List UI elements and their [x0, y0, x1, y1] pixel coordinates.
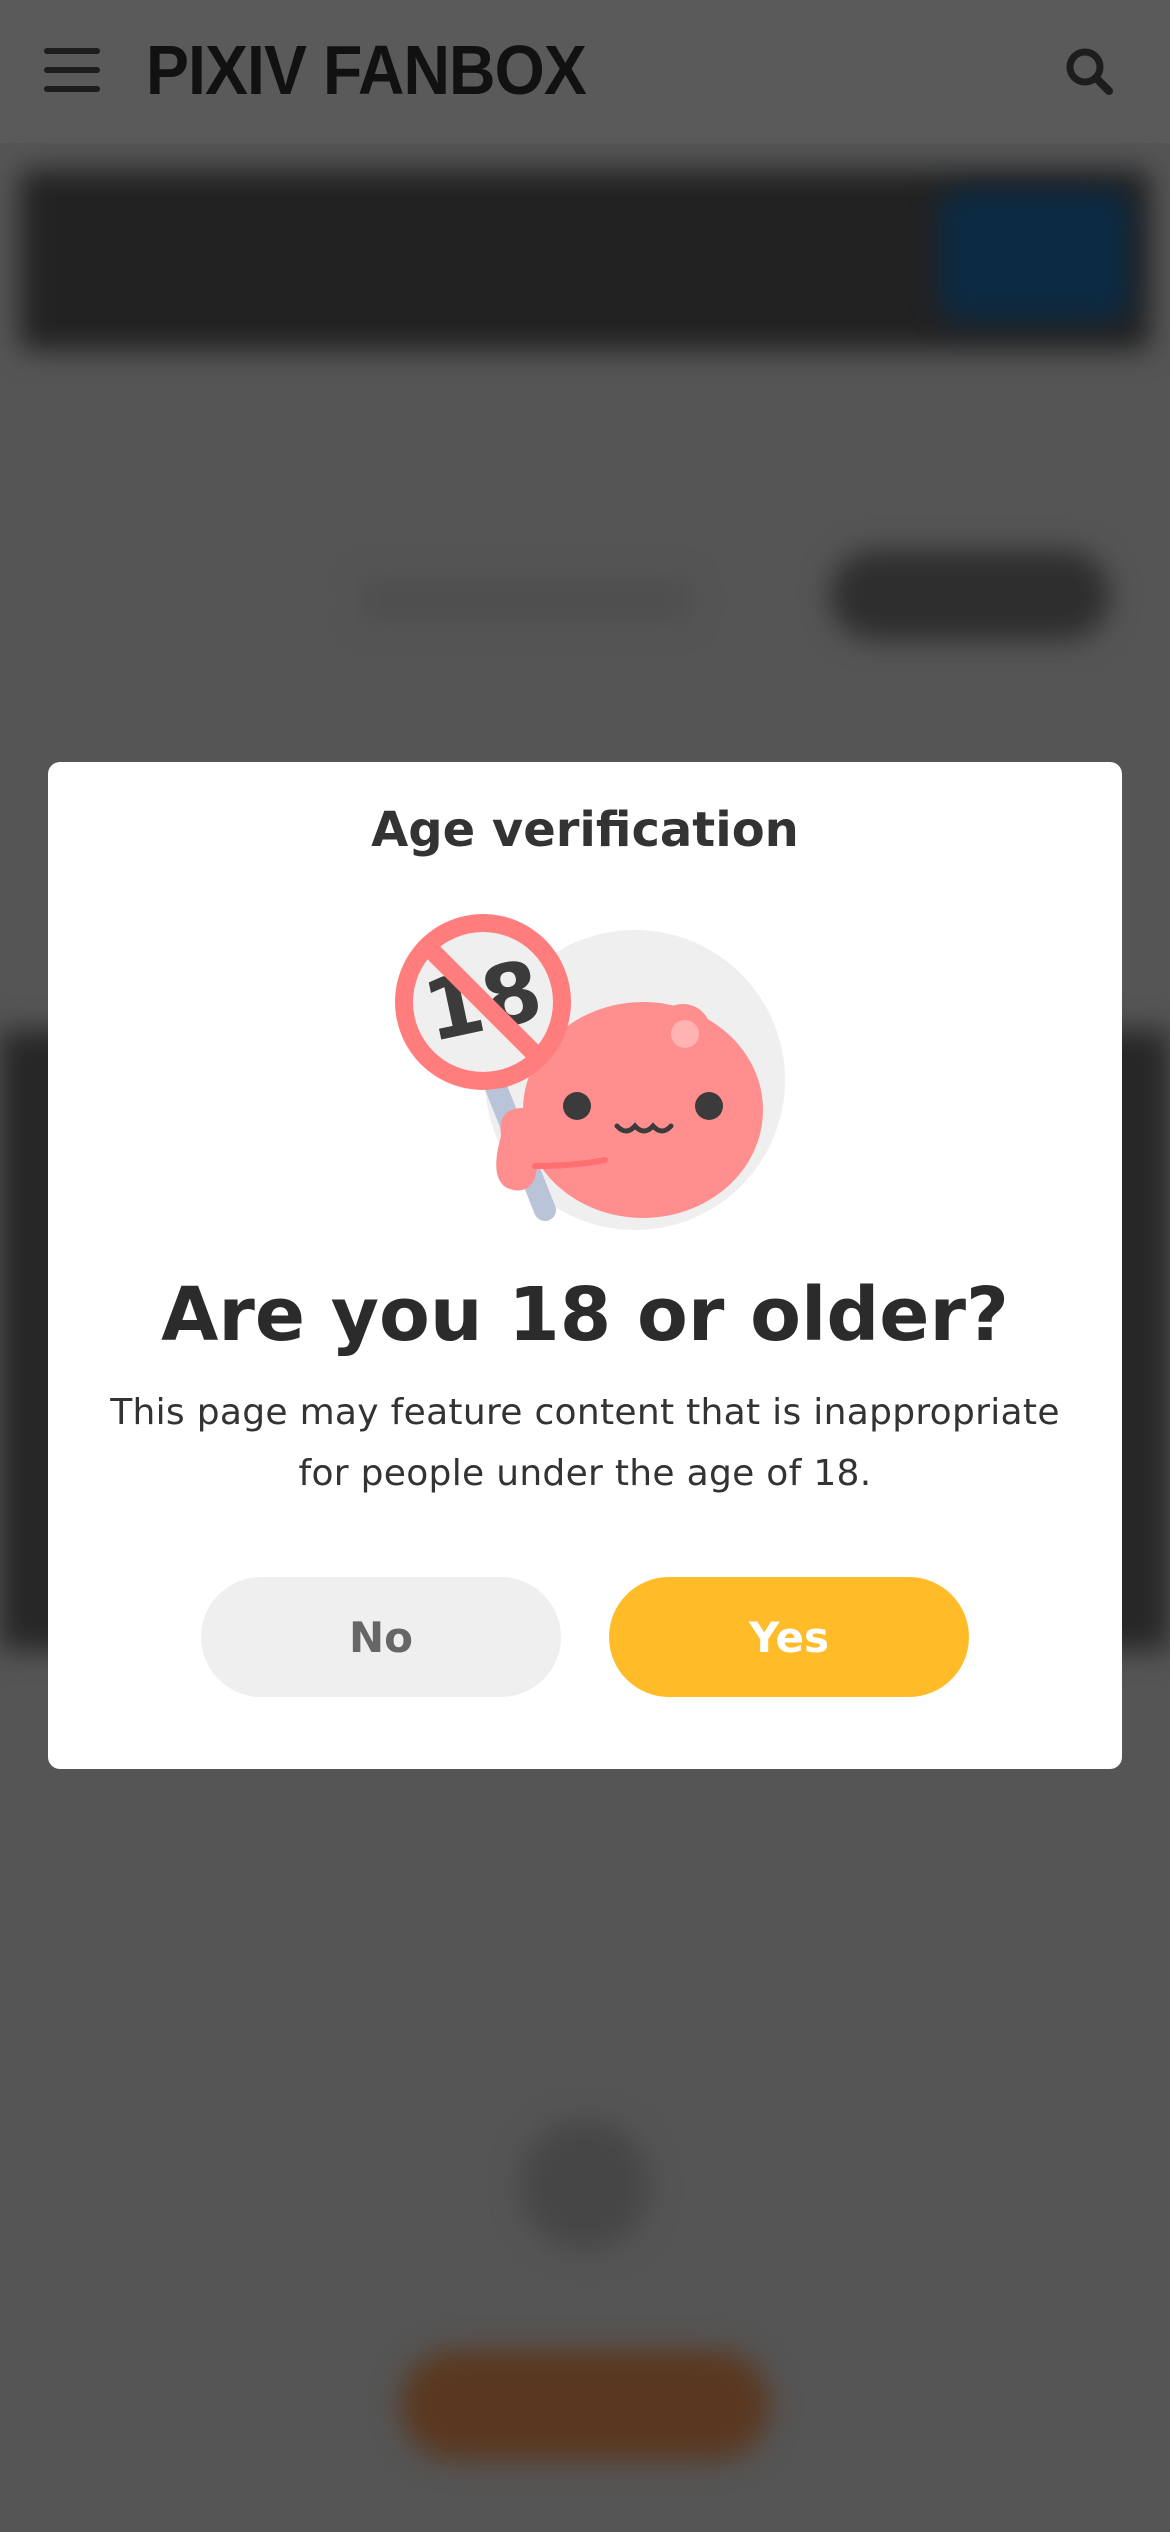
background-text: [360, 580, 690, 620]
dialog-description: This page may feature content that is in…: [110, 1392, 1060, 1494]
age-restriction-18-mascot-icon: 18: [395, 914, 785, 1230]
hamburger-menu-icon[interactable]: [44, 48, 100, 92]
background-banner-button: [940, 190, 1130, 320]
yes-button[interactable]: Yes: [609, 1577, 969, 1697]
age-verification-dialog: Age verification 18 Are you 18 or older?…: [48, 762, 1122, 1769]
background-pill: [830, 550, 1110, 640]
dialog-title: Age verification: [371, 802, 799, 858]
search-icon[interactable]: [1064, 46, 1114, 96]
age-question-heading: Are you 18 or older?: [161, 1272, 1009, 1358]
app-header: PIXIV FANBOX: [0, 0, 1170, 143]
no-button[interactable]: No: [201, 1577, 561, 1697]
site-logo[interactable]: PIXIV FANBOX: [146, 30, 587, 110]
background-avatar: [520, 2120, 650, 2250]
background-button: [400, 2350, 770, 2460]
